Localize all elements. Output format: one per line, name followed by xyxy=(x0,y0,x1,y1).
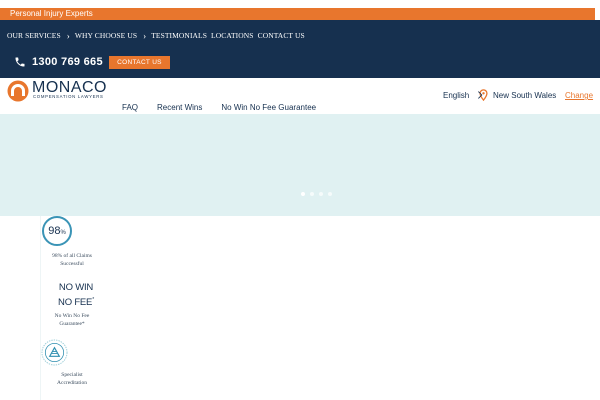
phone-link[interactable]: 1300 769 665 xyxy=(14,56,103,68)
carousel-dot[interactable] xyxy=(310,192,314,196)
accreditation-caption: Specialist Accreditation xyxy=(57,372,87,386)
success-rate-circle: 98% xyxy=(42,216,72,246)
contact-us-button[interactable]: CONTACT US xyxy=(109,56,170,69)
nav-contact-us[interactable]: CONTACT US xyxy=(258,31,305,40)
monaco-logo-icon[interactable] xyxy=(7,80,29,102)
carousel-dot[interactable] xyxy=(319,192,323,196)
language-selector[interactable]: English xyxy=(443,91,469,100)
nav-why-choose-us[interactable]: WHY CHOOSE US xyxy=(75,31,137,40)
top-nav: OUR SERVICES › WHY CHOOSE US › TESTIMONI… xyxy=(0,20,600,78)
no-win-no-fee-caption: No Win No Fee Guarantee* xyxy=(54,313,90,327)
carousel-dot[interactable] xyxy=(328,192,332,196)
region-label: New South Wales xyxy=(493,91,557,100)
main-nav: FAQ Recent Wins No Win No Fee Guarantee xyxy=(122,103,335,112)
success-rate-unit: % xyxy=(60,230,66,236)
logo-subtitle: COMPENSATION LAWYERS xyxy=(33,94,104,99)
success-rate-caption: 98% of all Claims Successful xyxy=(52,253,92,267)
location-pin-icon xyxy=(478,89,488,101)
no-fee-asterisk: * xyxy=(92,297,94,303)
no-win-line: NO WIN xyxy=(58,282,94,293)
no-fee-text: NO FEE xyxy=(58,297,93,309)
top-banner: Personal Injury Experts xyxy=(0,0,600,20)
nav-no-win-no-fee[interactable]: No Win No Fee Guarantee xyxy=(221,103,316,112)
success-rate-number: 98 xyxy=(48,225,61,237)
divider xyxy=(40,216,41,400)
chevron-right-icon: › xyxy=(143,30,147,41)
carousel-dot[interactable] xyxy=(301,192,305,196)
nav-faq[interactable]: FAQ xyxy=(122,103,138,112)
hero-carousel xyxy=(0,114,600,216)
phone-number: 1300 769 665 xyxy=(32,56,103,68)
change-region-link[interactable]: Change xyxy=(565,91,593,100)
nav-recent-wins[interactable]: Recent Wins xyxy=(157,103,202,112)
top-nav-links: OUR SERVICES › WHY CHOOSE US › TESTIMONI… xyxy=(7,31,305,40)
nav-testimonials[interactable]: TESTIMONIALS xyxy=(151,31,207,40)
nav-locations[interactable]: LOCATIONS xyxy=(211,31,254,40)
no-win-no-fee-heading: NO WIN NO FEE* xyxy=(56,282,96,309)
accreditation-badge-icon xyxy=(41,339,68,366)
no-fee-line: NO FEE* xyxy=(56,294,96,309)
features-column: 98% 98% of all Claims Successful NO WIN … xyxy=(40,216,102,400)
site-header: MONACO COMPENSATION LAWYERS FAQ Recent W… xyxy=(0,78,600,114)
tagline: Personal Injury Experts xyxy=(10,9,93,18)
carousel-dots xyxy=(301,192,337,196)
nav-our-services[interactable]: OUR SERVICES xyxy=(7,31,61,40)
success-rate-value: 98% xyxy=(44,225,70,237)
chevron-right-icon: › xyxy=(66,30,70,41)
phone-icon xyxy=(15,57,25,67)
top-banner-strip: Personal Injury Experts xyxy=(0,8,595,20)
